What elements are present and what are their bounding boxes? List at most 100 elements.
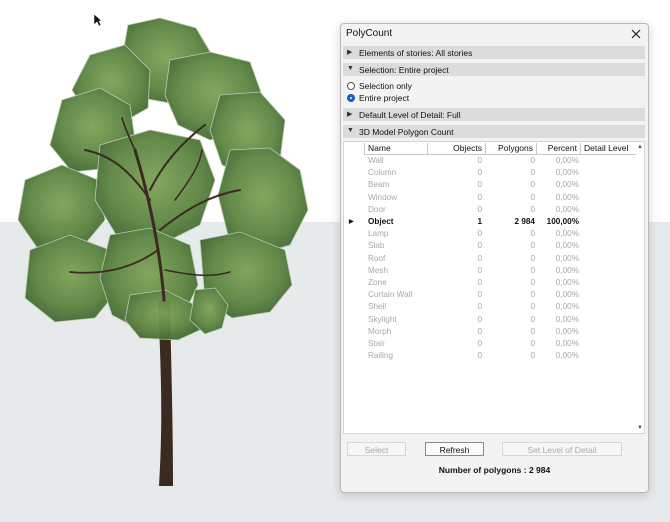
scroll-up-icon[interactable]: ▲ — [637, 144, 643, 150]
cell-polygons: 0 — [530, 156, 535, 165]
dialog-titlebar[interactable]: PolyCount — [341, 24, 648, 45]
cell-name: Curtain Wall — [368, 290, 413, 300]
table-row[interactable]: Beam 0 0 0,00% — [344, 179, 636, 191]
triangle-right-icon: ▶ — [347, 111, 353, 118]
cell-polygons: 0 — [530, 278, 535, 287]
column-header-polygons[interactable]: Polygons — [485, 143, 536, 154]
table-row[interactable]: Skylight 0 0 0,00% — [344, 314, 636, 326]
cell-name: Skylight — [368, 314, 397, 324]
cell-percent: 0,00% — [555, 265, 579, 275]
refresh-button[interactable]: Refresh — [425, 442, 484, 456]
dialog-title: PolyCount — [346, 28, 393, 39]
tree-model[interactable] — [0, 0, 340, 522]
cell-polygons: 2 984 — [514, 217, 536, 226]
vertical-scrollbar[interactable]: ▲ ▼ — [636, 142, 644, 433]
cell-percent: 0,00% — [555, 192, 579, 202]
table-header: Name Objects Polygons Percent Detail Lev… — [364, 142, 636, 155]
triangle-down-icon: ▼ — [347, 65, 354, 72]
cell-objects: 0 — [477, 302, 482, 312]
section-polygon-count-label: 3D Model Polygon Count — [359, 127, 454, 137]
cell-name: Wall — [368, 156, 384, 165]
cell-objects: 0 — [477, 204, 482, 214]
column-header-objects[interactable]: Objects — [427, 143, 485, 154]
cell-percent: 0,00% — [555, 302, 579, 312]
table-row[interactable]: Lamp 0 0 0,00% — [344, 228, 636, 240]
cell-percent: 0,00% — [555, 278, 579, 287]
cell-percent: 0,00% — [555, 168, 579, 178]
cell-name: Lamp — [368, 229, 389, 239]
radio-label: Entire project — [359, 93, 410, 103]
table-row[interactable]: Column 0 0 0,00% — [344, 167, 636, 179]
radio-button[interactable] — [347, 82, 355, 90]
triangle-down-icon: ▼ — [347, 127, 354, 134]
table-row[interactable]: Railing 0 0 0,00% — [344, 350, 636, 362]
cell-polygons: 0 — [530, 253, 535, 263]
section-lod[interactable]: ▶ Default Level of Detail: Full — [343, 108, 645, 121]
table-row[interactable]: Stair 0 0 0,00% — [344, 338, 636, 350]
polygon-table: Name Objects Polygons Percent Detail Lev… — [343, 141, 645, 434]
cell-percent: 0,00% — [555, 156, 579, 165]
table-row[interactable]: Window 0 0 0,00% — [344, 192, 636, 204]
cell-objects: 0 — [477, 180, 482, 190]
table-row[interactable]: Zone 0 0 0,00% — [344, 277, 636, 289]
cell-percent: 0,00% — [555, 229, 579, 239]
cell-objects: 0 — [477, 168, 482, 178]
cell-objects: 0 — [477, 241, 482, 251]
cell-objects: 0 — [477, 278, 482, 287]
cell-percent: 100,00% — [546, 217, 579, 226]
cell-name: Beam — [368, 180, 390, 190]
cell-name: Column — [368, 168, 397, 178]
cell-name: Door — [368, 204, 386, 214]
arrow-cursor-icon — [93, 13, 103, 27]
table-row[interactable]: Shell 0 0 0,00% — [344, 301, 636, 313]
close-icon[interactable] — [628, 26, 644, 42]
cell-objects: 0 — [477, 192, 482, 202]
table-row[interactable]: Wall 0 0 0,00% — [344, 155, 636, 167]
cell-polygons: 0 — [530, 241, 535, 251]
cell-objects: 0 — [477, 326, 482, 336]
column-header-name[interactable]: Name — [364, 143, 427, 154]
cell-objects: 0 — [477, 351, 482, 361]
section-stories-label: Elements of stories: All stories — [359, 48, 473, 58]
select-button[interactable]: Select — [347, 442, 406, 456]
cell-polygons: 0 — [530, 314, 535, 324]
table-row[interactable]: Mesh 0 0 0,00% — [344, 265, 636, 277]
cell-polygons: 0 — [530, 229, 535, 239]
radio-label: Selection only — [359, 81, 412, 91]
cell-objects: 0 — [477, 253, 482, 263]
cell-polygons: 0 — [530, 204, 535, 214]
cell-objects: 1 — [477, 217, 482, 226]
cell-name: Roof — [368, 253, 386, 263]
scroll-down-icon[interactable]: ▼ — [637, 425, 643, 431]
cell-percent: 0,00% — [555, 351, 579, 361]
section-lod-label: Default Level of Detail: Full — [359, 110, 461, 120]
section-polygon-count[interactable]: ▼ 3D Model Polygon Count — [343, 125, 645, 138]
cell-name: Morph — [368, 326, 392, 336]
cell-percent: 0,00% — [555, 290, 579, 300]
cell-objects: 0 — [477, 156, 482, 165]
cell-objects: 0 — [477, 339, 482, 348]
cell-percent: 0,00% — [555, 253, 579, 263]
cell-polygons: 0 — [530, 326, 535, 336]
cell-percent: 0,00% — [555, 204, 579, 214]
cell-name: Window — [368, 192, 398, 202]
cell-objects: 0 — [477, 265, 482, 275]
section-selection[interactable]: ▼ Selection: Entire project — [343, 63, 645, 76]
set-lod-button[interactable]: Set Level of Detail — [502, 442, 622, 456]
table-row[interactable]: Door 0 0 0,00% — [344, 204, 636, 216]
table-row[interactable]: Morph 0 0 0,00% — [344, 326, 636, 338]
column-header-detail-level[interactable]: Detail Level — [580, 143, 636, 154]
cell-polygons: 0 — [530, 351, 535, 361]
table-row[interactable]: Roof 0 0 0,00% — [344, 253, 636, 265]
cell-percent: 0,00% — [555, 326, 579, 336]
cell-name: Stair — [368, 339, 385, 348]
table-row[interactable]: Slab 0 0 0,00% — [344, 240, 636, 252]
radio-button[interactable] — [347, 94, 355, 102]
table-row[interactable]: ▶ Object 1 2 984 100,00% — [344, 216, 636, 228]
section-stories[interactable]: ▶ Elements of stories: All stories — [343, 46, 645, 59]
cell-percent: 0,00% — [555, 314, 579, 324]
cell-percent: 0,00% — [555, 180, 579, 190]
column-header-percent[interactable]: Percent — [536, 143, 580, 154]
table-row[interactable]: Curtain Wall 0 0 0,00% — [344, 289, 636, 301]
row-selected-marker-icon: ▶ — [349, 219, 354, 225]
